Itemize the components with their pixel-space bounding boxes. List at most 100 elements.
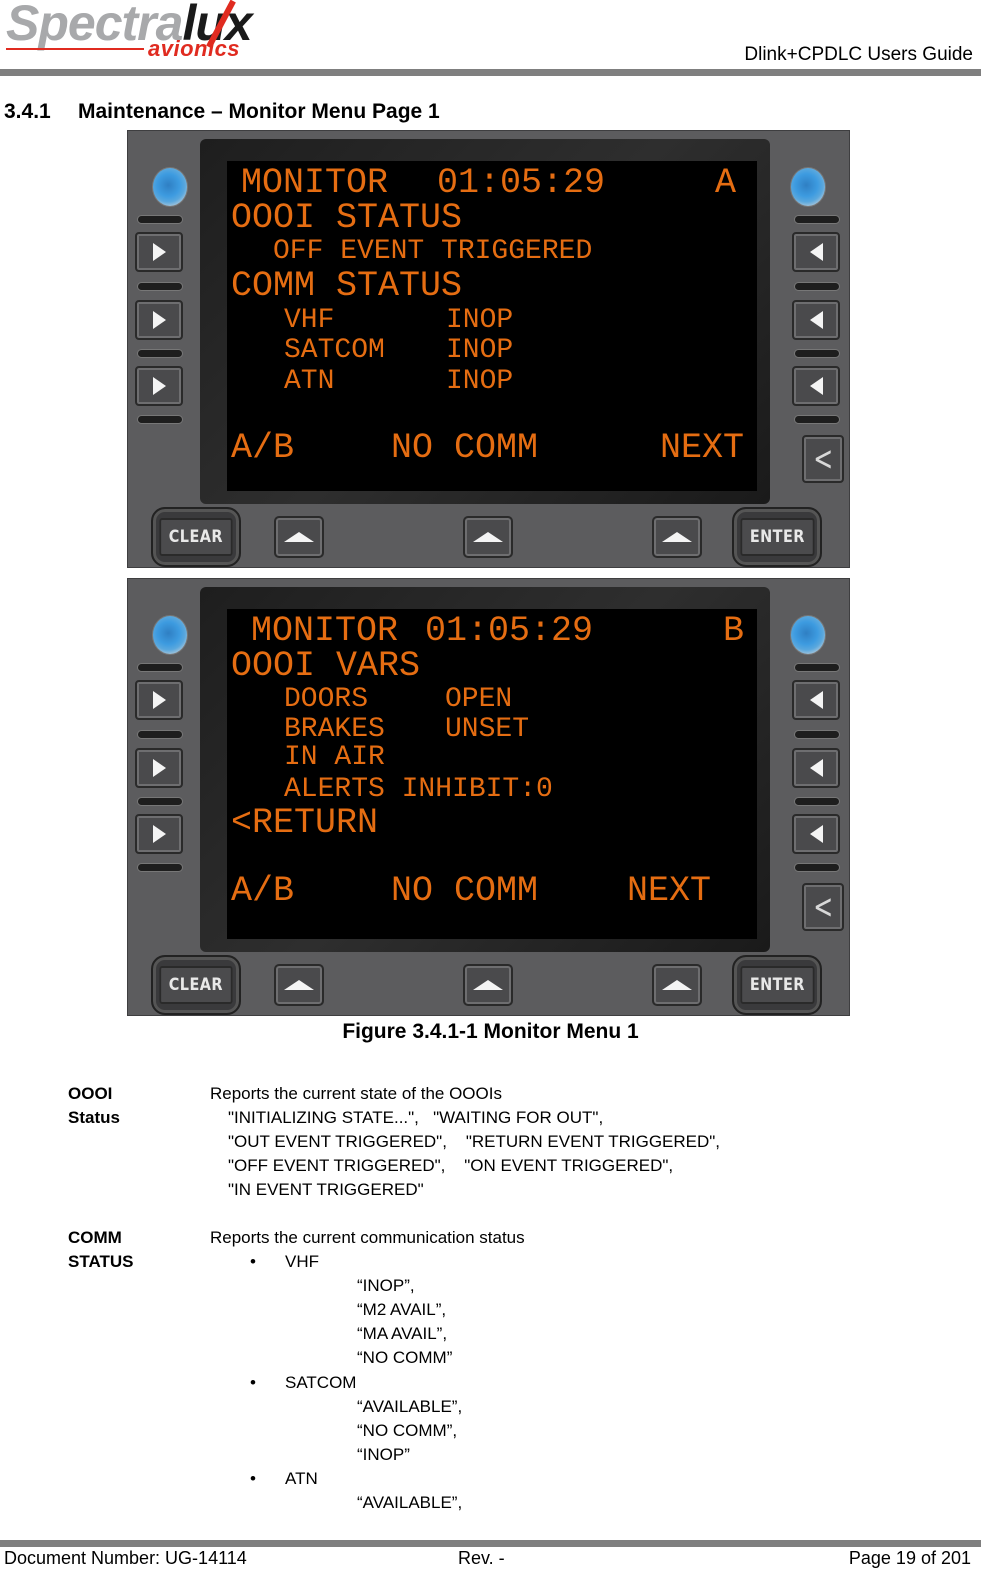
- logo-subtitle: avionics: [148, 36, 241, 61]
- comm-row-label: ATN: [284, 366, 335, 397]
- slot-indicator: [794, 282, 840, 291]
- oooi-value-line: "OFF EVENT TRIGGERED", "ON EVENT TRIGGER…: [228, 1156, 674, 1175]
- soft-key-right[interactable]: [652, 964, 702, 1006]
- clear-button[interactable]: CLEAR: [151, 955, 241, 1015]
- soft-label-no-comm: NO COMM: [391, 871, 539, 911]
- cdu-screen: MONITOR 01:05:29 A OOOI STATUS OFF EVENT…: [227, 161, 757, 491]
- cdu-panel-page-b: < MONITOR 01:05:29 B OOOI VARS DOORS OPE…: [127, 578, 850, 1016]
- bullet-icon: •: [250, 1373, 256, 1392]
- oooi-description: Reports the current state of the OOOIs: [210, 1084, 502, 1103]
- screen-title: MONITOR: [251, 611, 399, 651]
- var-row-label: BRAKES: [284, 714, 385, 745]
- brightness-knob-right[interactable]: [790, 167, 826, 207]
- comm-item-name: SATCOM: [285, 1373, 357, 1392]
- arrow-left-icon: [809, 311, 823, 329]
- slot-indicator: [794, 797, 840, 806]
- comm-status-header: COMM STATUS: [231, 266, 463, 306]
- soft-key-left[interactable]: [274, 964, 324, 1006]
- chevron-left-icon: <: [813, 887, 833, 927]
- arrow-right-icon: [152, 243, 166, 261]
- arrow-left-icon: [809, 377, 823, 395]
- line-select-key-l1[interactable]: [135, 680, 183, 720]
- comm-item-value: “NO COMM”,: [357, 1421, 458, 1440]
- brightness-knob-left[interactable]: [152, 615, 188, 655]
- line-select-key-r1[interactable]: [792, 232, 840, 272]
- bullet-icon: •: [250, 1469, 256, 1488]
- comm-item-value: “AVAILABLE”,: [357, 1493, 463, 1512]
- comm-item-value: “INOP”: [357, 1445, 410, 1464]
- line-select-key-r3[interactable]: [792, 366, 840, 406]
- arrow-right-icon: [152, 759, 166, 777]
- line-select-key-r1[interactable]: [792, 680, 840, 720]
- soft-label-ab: A/B: [231, 428, 295, 468]
- slot-indicator: [137, 663, 183, 672]
- slot-indicator: [137, 282, 183, 291]
- comm-description: Reports the current communication status: [210, 1228, 525, 1247]
- brightness-knob-right[interactable]: [790, 615, 826, 655]
- figure-caption: Figure 3.4.1-1 Monitor Menu 1: [342, 1020, 639, 1043]
- line-select-key-l1[interactable]: [135, 232, 183, 272]
- section-number: 3.4.1: [4, 100, 51, 123]
- spectralux-logo: Spectralux avionics: [4, 0, 254, 66]
- slot-indicator: [794, 215, 840, 224]
- back-key[interactable]: <: [802, 883, 844, 931]
- arrow-left-icon: [809, 691, 823, 709]
- line-select-key-l2[interactable]: [135, 300, 183, 340]
- line-select-key-l2[interactable]: [135, 748, 183, 788]
- arrow-up-icon: [662, 980, 692, 990]
- soft-key-right[interactable]: [652, 516, 702, 558]
- arrow-up-icon: [473, 980, 503, 990]
- footer-divider: [0, 1540, 981, 1547]
- cdu-panel-page-a: < MONITOR 01:05:29 A OOOI STATUS OFF EVE…: [127, 130, 850, 568]
- slot-indicator: [137, 215, 183, 224]
- comm-item-name: VHF: [285, 1252, 319, 1271]
- line-select-key-l3[interactable]: [135, 814, 183, 854]
- screen-title: MONITOR: [241, 163, 389, 203]
- slot-indicator: [794, 349, 840, 358]
- logo-underline: [6, 48, 144, 50]
- definition-term-comm: COMM STATUS: [68, 1228, 134, 1271]
- slot-indicator: [137, 349, 183, 358]
- oooi-value-line: "IN EVENT TRIGGERED": [228, 1180, 424, 1199]
- soft-key-center[interactable]: [463, 516, 513, 558]
- comm-item-value: “NO COMM”: [357, 1348, 453, 1367]
- enter-button[interactable]: ENTER: [732, 507, 822, 567]
- return-option: <RETURN: [231, 803, 379, 843]
- comm-row-label: SATCOM: [284, 335, 385, 366]
- arrow-right-icon: [152, 377, 166, 395]
- var-row-value: UNSET: [445, 714, 530, 745]
- footer-document-number: Document Number: UG-14114: [4, 1548, 247, 1568]
- line-select-key-r2[interactable]: [792, 748, 840, 788]
- line-select-key-r3[interactable]: [792, 814, 840, 854]
- alerts-inhibit: ALERTS INHIBIT:0: [284, 774, 553, 805]
- arrow-up-icon: [284, 980, 314, 990]
- arrow-left-icon: [809, 825, 823, 843]
- enter-button[interactable]: ENTER: [732, 955, 822, 1015]
- oooi-vars-header: OOOI VARS: [231, 646, 421, 686]
- soft-key-left[interactable]: [274, 516, 324, 558]
- back-key[interactable]: <: [802, 435, 844, 483]
- document-title: Dlink+CPDLC Users Guide: [744, 44, 973, 65]
- bullet-icon: •: [250, 1252, 256, 1271]
- arrow-right-icon: [152, 311, 166, 329]
- comm-row-label: VHF: [284, 305, 335, 336]
- clear-button[interactable]: CLEAR: [151, 507, 241, 567]
- brightness-knob-left[interactable]: [152, 167, 188, 207]
- slot-indicator: [794, 730, 840, 739]
- slot-indicator: [794, 863, 840, 872]
- cdu-screen: MONITOR 01:05:29 B OOOI VARS DOORS OPEN …: [227, 609, 757, 939]
- var-row-label: IN AIR: [284, 742, 385, 773]
- line-select-key-r2[interactable]: [792, 300, 840, 340]
- screen-page-indicator: A: [715, 163, 737, 203]
- comm-item-value: “M2 AVAIL”,: [357, 1300, 447, 1319]
- arrow-right-icon: [152, 825, 166, 843]
- line-select-key-l3[interactable]: [135, 366, 183, 406]
- comm-row-value: INOP: [446, 305, 514, 336]
- slot-indicator: [137, 415, 183, 424]
- slot-indicator: [137, 797, 183, 806]
- arrow-right-icon: [152, 691, 166, 709]
- slot-indicator: [137, 863, 183, 872]
- screen-time: 01:05:29: [425, 611, 594, 651]
- comm-item-name: ATN: [285, 1469, 318, 1488]
- soft-key-center[interactable]: [463, 964, 513, 1006]
